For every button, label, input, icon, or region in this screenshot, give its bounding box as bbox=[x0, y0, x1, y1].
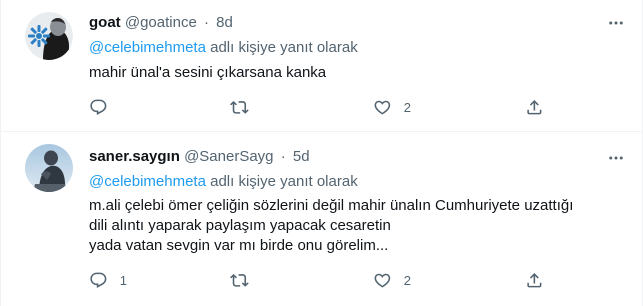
tweet-header: goat @goatince · 8d bbox=[89, 13, 233, 33]
retweet-button[interactable] bbox=[230, 270, 261, 290]
reply-button[interactable]: 1 bbox=[89, 270, 127, 290]
reply-context: @celebimehmeta adlı kişiye yanıt olarak bbox=[89, 38, 358, 58]
more-icon[interactable] bbox=[607, 14, 625, 32]
share-button[interactable] bbox=[525, 97, 544, 117]
reply-button[interactable] bbox=[89, 97, 120, 117]
retweet-button[interactable] bbox=[230, 97, 261, 117]
tweet-text-line: dili alıntı yaparak paylaşım yapacak ces… bbox=[89, 217, 391, 234]
tweet-text: m.ali çelebi ömer çeliğin sözlerini deği… bbox=[89, 196, 619, 256]
separator-dot: · bbox=[203, 14, 209, 31]
divider bbox=[0, 0, 1, 132]
reply-count: 1 bbox=[119, 272, 127, 288]
like-button[interactable]: 2 bbox=[373, 97, 411, 117]
display-name[interactable]: goat bbox=[89, 14, 121, 31]
reply-context: @celebimehmeta adlı kişiye yanıt olarak bbox=[89, 172, 358, 192]
reply-icon bbox=[90, 272, 107, 288]
tweet-text: mahir ünal'a sesini çıkarsana kanka bbox=[89, 63, 619, 83]
share-icon bbox=[527, 99, 542, 115]
avatar[interactable] bbox=[25, 144, 73, 192]
mention-link[interactable]: @celebimehmeta bbox=[89, 39, 206, 56]
reply-context-text: adlı kişiye yanıt olarak bbox=[210, 39, 358, 56]
like-button[interactable]: 2 bbox=[373, 270, 411, 290]
retweet-icon bbox=[230, 100, 249, 114]
timestamp[interactable]: 8d bbox=[216, 14, 233, 31]
retweet-icon bbox=[230, 273, 249, 287]
like-count: 2 bbox=[403, 272, 411, 288]
share-icon bbox=[527, 272, 542, 288]
tweet[interactable]: saner.saygın @SanerSayg · 5d @celebimehm… bbox=[0, 132, 643, 306]
display-name[interactable]: saner.saygın bbox=[89, 148, 180, 165]
mention-link[interactable]: @celebimehmeta bbox=[89, 173, 206, 190]
tweet[interactable]: goat @goatince · 8d @celebimehmeta adlı … bbox=[0, 0, 643, 132]
action-bar: 2 bbox=[89, 97, 549, 117]
separator-dot: · bbox=[280, 148, 286, 165]
more-icon[interactable] bbox=[607, 149, 625, 167]
reply-context-text: adlı kişiye yanıt olarak bbox=[210, 173, 358, 190]
share-button[interactable] bbox=[525, 270, 544, 290]
avatar[interactable] bbox=[25, 12, 73, 60]
divider bbox=[0, 132, 1, 306]
heart-icon bbox=[374, 100, 391, 115]
user-handle[interactable]: @goatince bbox=[125, 14, 197, 31]
action-bar: 1 2 bbox=[89, 270, 549, 290]
tweet-text-line: yada vatan sevgin var mı birde onu görel… bbox=[89, 237, 389, 254]
timestamp[interactable]: 5d bbox=[293, 148, 310, 165]
like-count: 2 bbox=[403, 99, 411, 115]
tweet-text-line: mahir ünal'a sesini çıkarsana kanka bbox=[89, 64, 327, 81]
heart-icon bbox=[374, 273, 391, 288]
tweet-header: saner.saygın @SanerSayg · 5d bbox=[89, 147, 310, 167]
reply-icon bbox=[90, 99, 107, 115]
tweet-text-line: m.ali çelebi ömer çeliğin sözlerini deği… bbox=[89, 197, 574, 214]
user-handle[interactable]: @SanerSayg bbox=[184, 148, 273, 165]
